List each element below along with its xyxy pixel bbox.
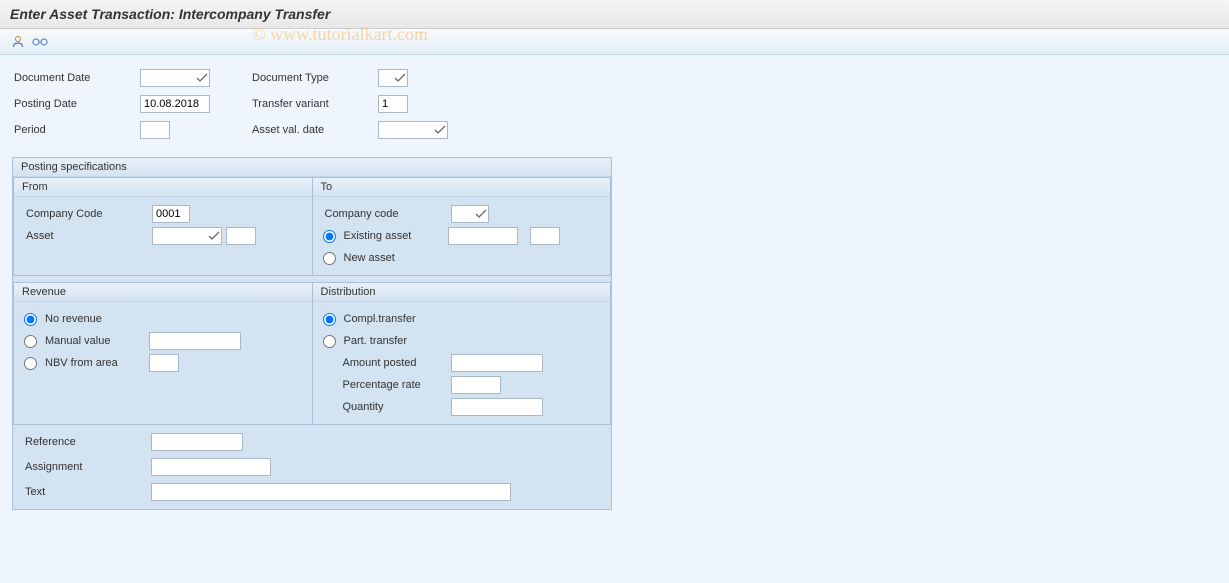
- no-revenue-radio[interactable]: [24, 313, 37, 326]
- document-date-label: Document Date: [12, 72, 140, 84]
- compl-transfer-radio[interactable]: [323, 313, 336, 326]
- from-asset-sub-input[interactable]: [226, 227, 256, 245]
- existing-asset-radio[interactable]: [323, 230, 336, 243]
- posting-specifications-group: Posting specifications From Company Code…: [12, 157, 612, 510]
- header-fields: Document Date Posting Date Period Docume…: [12, 67, 1217, 141]
- period-label: Period: [12, 124, 140, 136]
- compl-transfer-label: Compl.transfer: [344, 313, 444, 325]
- assignment-input[interactable]: [151, 458, 271, 476]
- manual-value-input[interactable]: [149, 332, 241, 350]
- window-title: Enter Asset Transaction: Intercompany Tr…: [0, 0, 1229, 29]
- quantity-input[interactable]: [451, 398, 543, 416]
- asset-val-date-label: Asset val. date: [250, 124, 378, 136]
- document-type-input[interactable]: [378, 69, 408, 87]
- existing-asset-label: Existing asset: [344, 230, 444, 242]
- new-asset-radio[interactable]: [323, 252, 336, 265]
- existing-asset-input[interactable]: [448, 227, 518, 245]
- revenue-title: Revenue: [14, 283, 312, 302]
- amount-posted-label: Amount posted: [323, 357, 451, 369]
- no-revenue-label: No revenue: [45, 313, 145, 325]
- posting-date-input[interactable]: [140, 95, 210, 113]
- existing-asset-sub-input[interactable]: [530, 227, 560, 245]
- text-label: Text: [23, 486, 151, 498]
- from-title: From: [14, 178, 312, 197]
- part-transfer-radio[interactable]: [323, 335, 336, 348]
- document-date-input[interactable]: [140, 69, 210, 87]
- text-input[interactable]: [151, 483, 511, 501]
- revenue-panel: Revenue No revenue Manual value NBV from…: [13, 282, 312, 425]
- asset-val-date-input[interactable]: [378, 121, 448, 139]
- from-asset-input[interactable]: [152, 227, 222, 245]
- to-company-code-label: Company code: [323, 208, 451, 220]
- distribution-panel: Distribution Compl.transfer Part. transf…: [312, 282, 612, 425]
- user-icon[interactable]: [10, 34, 26, 50]
- posting-specifications-title: Posting specifications: [13, 158, 611, 177]
- to-panel: To Company code Existing asset: [312, 177, 612, 276]
- toolbar: [0, 29, 1229, 55]
- percentage-rate-label: Percentage rate: [323, 379, 451, 391]
- assignment-label: Assignment: [23, 461, 151, 473]
- nbv-from-area-radio[interactable]: [24, 357, 37, 370]
- transfer-variant-input[interactable]: [378, 95, 408, 113]
- reference-label: Reference: [23, 436, 151, 448]
- manual-value-label: Manual value: [45, 335, 145, 347]
- document-type-label: Document Type: [250, 72, 378, 84]
- part-transfer-label: Part. transfer: [344, 335, 444, 347]
- new-asset-label: New asset: [344, 252, 444, 264]
- quantity-label: Quantity: [323, 401, 451, 413]
- main-content: Document Date Posting Date Period Docume…: [0, 55, 1229, 583]
- to-company-code-input[interactable]: [451, 205, 489, 223]
- distribution-title: Distribution: [313, 283, 611, 302]
- glasses-icon[interactable]: [32, 34, 48, 50]
- from-company-code-label: Company Code: [24, 208, 152, 220]
- manual-value-radio[interactable]: [24, 335, 37, 348]
- percentage-rate-input[interactable]: [451, 376, 501, 394]
- reference-input[interactable]: [151, 433, 243, 451]
- to-title: To: [313, 178, 611, 197]
- amount-posted-input[interactable]: [451, 354, 543, 372]
- posting-date-label: Posting Date: [12, 98, 140, 110]
- from-asset-label: Asset: [24, 230, 152, 242]
- period-input[interactable]: [140, 121, 170, 139]
- nbv-from-area-label: NBV from area: [45, 357, 145, 369]
- transfer-variant-label: Transfer variant: [250, 98, 378, 110]
- nbv-from-area-input[interactable]: [149, 354, 179, 372]
- from-panel: From Company Code Asset: [13, 177, 312, 276]
- from-company-code-input[interactable]: [152, 205, 190, 223]
